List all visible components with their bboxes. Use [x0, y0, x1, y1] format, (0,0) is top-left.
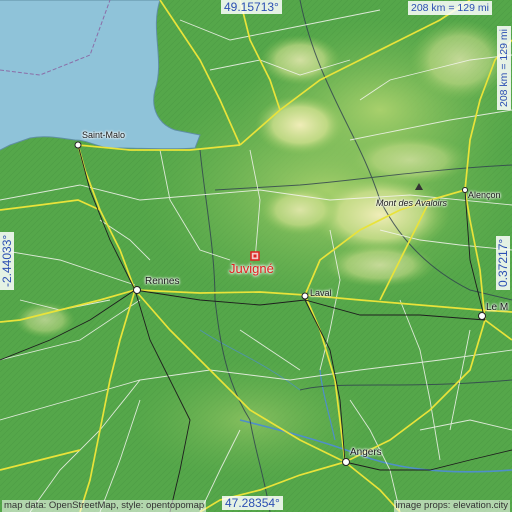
place-label-angers: Angers: [350, 447, 382, 458]
north-coordinate: 49.15713°: [221, 0, 282, 14]
place-label-rennes: Rennes: [145, 276, 180, 287]
west-coordinate: -2.44033°: [0, 231, 14, 290]
place-label-laval: Laval: [310, 288, 332, 298]
place-label-juvigne: Juvigné: [229, 261, 274, 276]
laval-marker: [301, 292, 309, 300]
place-label-le-mans: Le M: [486, 302, 509, 313]
rennes-marker: [133, 286, 141, 294]
place-label-mont-des-avaloirs: Mont des Avaloirs: [376, 198, 448, 208]
image-attribution: image props: elevation.city: [393, 500, 510, 512]
place-label-alencon: Alençon: [468, 190, 501, 200]
terrain-layer: [0, 0, 512, 512]
map-attribution: map data: OpenStreetMap, style: opentopo…: [2, 500, 207, 512]
scale-label-vertical: 208 km = 129 mi: [497, 26, 511, 110]
east-coordinate: 0.37217°: [496, 235, 510, 290]
map-view[interactable]: Juvigné Rennes Laval Saint-Malo Angers A…: [0, 0, 512, 512]
saint-malo-marker: [74, 141, 82, 149]
le-mans-marker: [478, 312, 486, 320]
angers-marker: [342, 458, 350, 466]
upland-area: [255, 95, 345, 155]
alencon-marker: [462, 187, 468, 193]
scale-label-horizontal: 208 km = 129 mi: [408, 1, 492, 15]
south-coordinate: 47.28354°: [222, 496, 283, 510]
place-label-saint-malo: Saint-Malo: [82, 130, 126, 140]
